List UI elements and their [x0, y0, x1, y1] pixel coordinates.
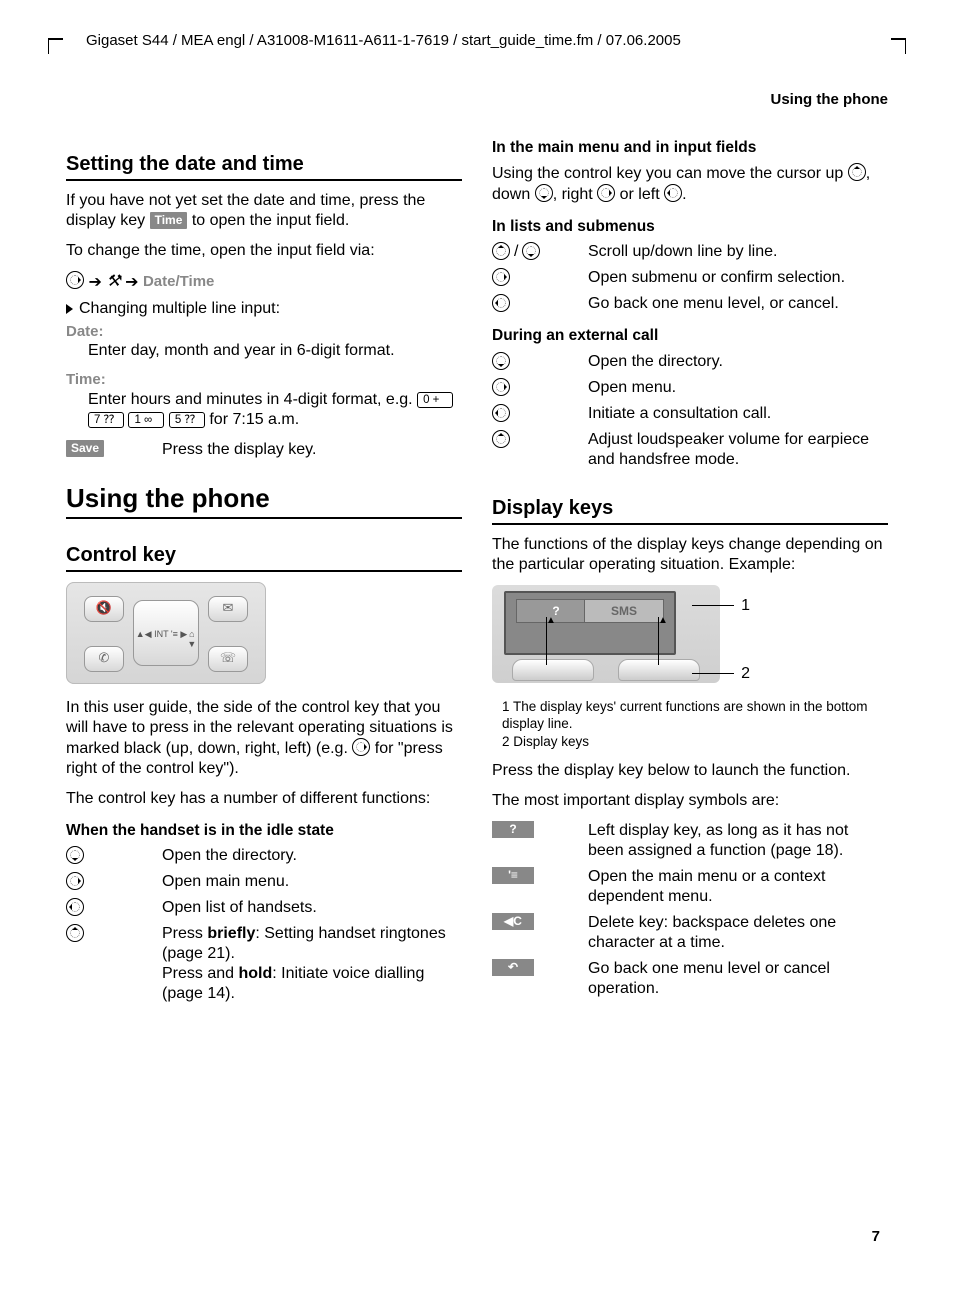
symbol-row: '≡Open the main menu or a context depend… [492, 867, 888, 907]
nav-left-icon [492, 294, 510, 312]
delete-icon: ◀C [492, 913, 534, 930]
caption-1: 1 The display keys' current functions ar… [492, 699, 888, 733]
arrow-icon: ➔ [125, 273, 138, 293]
para: Using the control key you can move the c… [492, 163, 888, 205]
bullet-change: Changing multiple line input: [66, 299, 462, 319]
key-1: 1 ∞ [128, 412, 164, 428]
mail-icon: ✉ [208, 596, 248, 622]
nav-right-icon [352, 738, 370, 756]
nav-date-time: Date/Time [143, 273, 214, 290]
triangle-icon [66, 304, 73, 314]
heading-display-keys: Display keys [492, 496, 888, 521]
save-badge: Save [66, 440, 104, 457]
call-icon: ✆ [84, 646, 124, 672]
leader-line [692, 605, 734, 606]
nav-up-icon [492, 242, 510, 260]
para: Press the display key below to launch th… [492, 761, 888, 781]
control-key-figure: 🔇 ✉ ▲◀ INT '≡ ▶⌂▼ ✆ ☏ [66, 582, 266, 684]
mute-icon: 🔇 [84, 596, 124, 622]
time-text: Enter hours and minutes in 4-digit forma… [88, 390, 462, 430]
page-number: 7 [872, 1228, 880, 1247]
menu-icon: '≡ [492, 867, 534, 884]
idle-row: Press briefly: Setting handset ringtones… [66, 924, 462, 1004]
nav-left-icon [66, 898, 84, 916]
nav-right-icon [597, 184, 615, 202]
arrow-up-icon: ▲ [546, 615, 556, 628]
list-row: / Scroll up/down line by line. [492, 242, 888, 262]
symbol-row: ◀CDelete key: backspace deletes one char… [492, 913, 888, 953]
label-time: Time: [66, 371, 462, 390]
ext-row: Adjust loudspeaker volume for earpiece a… [492, 430, 888, 470]
tools-icon: ⚒ [106, 273, 120, 290]
heading-lists: In lists and submenus [492, 217, 888, 236]
nav-right-icon [66, 872, 84, 890]
para: If you have not yet set the date and tim… [66, 191, 462, 231]
nav-up-icon [848, 163, 866, 181]
nav-left-icon [664, 184, 682, 202]
nav-down-icon [522, 242, 540, 260]
symbol-row: ?Left display key, as long as it has not… [492, 821, 888, 861]
nav-path: ➔ ⚒ ➔ Date/Time [66, 271, 462, 293]
nav-right-icon [492, 378, 510, 396]
nav-up-icon [66, 924, 84, 942]
display-cell-sms: SMS [584, 599, 664, 623]
nav-right-icon [66, 271, 84, 289]
time-badge: Time [150, 212, 188, 229]
callout-1: 1 [741, 596, 750, 616]
callout-2: 2 [741, 664, 750, 684]
display-keys-figure: ? SMS 1 2 ▲ ▲ [492, 585, 750, 695]
idle-row: Open list of handsets. [66, 898, 462, 918]
nav-right-icon [492, 268, 510, 286]
heading-external-call: During an external call [492, 326, 888, 345]
heading-main-menu: In the main menu and in input fields [492, 138, 888, 157]
heading-setting-date-time: Setting the date and time [66, 152, 462, 177]
ext-row: Open menu. [492, 378, 888, 398]
hangup-icon: ☏ [208, 646, 248, 672]
ext-row: Initiate a consultation call. [492, 404, 888, 424]
heading-control-key: Control key [66, 543, 462, 568]
list-row: Go back one menu level, or cancel. [492, 294, 888, 314]
nav-down-icon [66, 846, 84, 864]
right-column: In the main menu and in input fields Usi… [492, 136, 888, 1006]
question-icon: ? [492, 821, 534, 838]
caption-2: 2 Display keys [492, 734, 888, 751]
content-columns: Setting the date and time If you have no… [66, 136, 888, 1010]
date-text: Enter day, month and year in 6-digit for… [88, 341, 462, 361]
idle-row: Open main menu. [66, 872, 462, 892]
crop-mark [891, 38, 906, 54]
para: The most important display symbols are: [492, 791, 888, 811]
para: To change the time, open the input field… [66, 241, 462, 261]
heading-using-phone: Using the phone [66, 482, 462, 515]
left-column: Setting the date and time If you have no… [66, 136, 462, 1010]
crop-mark [48, 38, 63, 54]
save-row: Save Press the display key. [66, 440, 462, 460]
idle-row: Open the directory. [66, 846, 462, 866]
list-row: Open submenu or confirm selection. [492, 268, 888, 288]
running-head: Using the phone [66, 91, 888, 110]
arrow-icon: ➔ [88, 273, 101, 293]
display-key-left [512, 659, 594, 681]
nav-down-icon [492, 352, 510, 370]
display-key-right [618, 659, 700, 681]
heading-idle: When the handset is in the idle state [66, 821, 462, 840]
label-date: Date: [66, 323, 462, 342]
para: The functions of the display keys change… [492, 535, 888, 575]
page: Gigaset S44 / MEA engl / A31008-M1611-A6… [0, 0, 954, 1307]
nav-down-icon [535, 184, 553, 202]
back-icon: ↶ [492, 959, 534, 976]
nav-left-icon [492, 404, 510, 422]
key-0: 0 + [417, 392, 453, 408]
ext-row: Open the directory. [492, 352, 888, 372]
key-5: 5 ⁇ [169, 412, 205, 428]
key-7: 7 ⁇ [88, 412, 124, 428]
para: The control key has a number of differen… [66, 789, 462, 809]
nav-up-icon [492, 430, 510, 448]
header-path: Gigaset S44 / MEA engl / A31008-M1611-A6… [66, 32, 888, 55]
save-text: Press the display key. [162, 440, 462, 460]
symbol-row: ↶Go back one menu level or cancel operat… [492, 959, 888, 999]
arrow-up-icon: ▲ [658, 615, 668, 628]
para: In this user guide, the side of the cont… [66, 698, 462, 779]
leader-line [692, 673, 734, 674]
control-key-center: ▲◀ INT '≡ ▶⌂▼ [133, 600, 199, 666]
